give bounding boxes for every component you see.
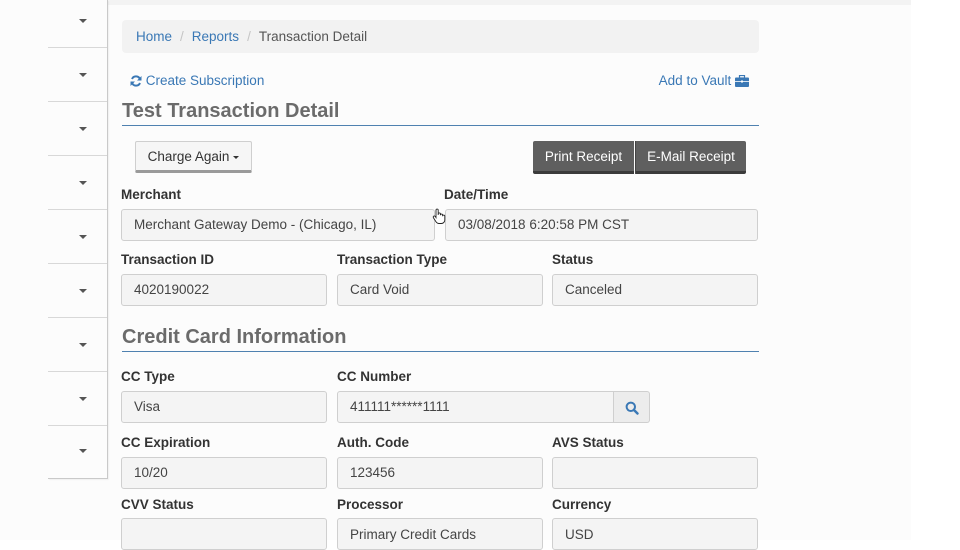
transaction-id-field[interactable]: 4020190022 <box>121 274 327 306</box>
sidebar-item[interactable] <box>48 318 107 372</box>
caret-down-icon <box>233 156 240 159</box>
auth-code-field[interactable]: 123456 <box>337 457 543 489</box>
add-to-vault-label: Add to Vault <box>658 73 732 88</box>
breadcrumb-reports[interactable]: Reports <box>192 29 239 44</box>
sidebar-item[interactable] <box>48 264 107 318</box>
breadcrumb-separator: / <box>247 29 251 44</box>
sidebar-item[interactable] <box>48 48 107 102</box>
sidebar-item[interactable] <box>48 210 107 264</box>
caret-down-icon <box>79 126 87 131</box>
caret-down-icon <box>79 342 87 347</box>
cc-lookup-button[interactable] <box>614 391 650 423</box>
add-to-vault-link[interactable]: Add to Vault <box>659 72 749 92</box>
sidebar-item[interactable] <box>48 372 107 426</box>
caret-down-icon <box>79 18 87 23</box>
breadcrumb: Home / Reports / Transaction Detail <box>122 20 759 53</box>
auth-code-label: Auth. Code <box>337 435 409 450</box>
breadcrumb-home[interactable]: Home <box>136 29 172 44</box>
cvv-status-field[interactable] <box>121 518 327 550</box>
cc-expiration-label: CC Expiration <box>121 435 211 450</box>
charge-again-label: Charge Again <box>147 149 230 164</box>
cc-number-label: CC Number <box>337 369 412 384</box>
caret-down-icon <box>79 234 87 239</box>
merchant-label: Merchant <box>121 187 182 202</box>
breadcrumb-separator: / <box>180 29 184 44</box>
processor-label: Processor <box>337 497 404 512</box>
transaction-id-label: Transaction ID <box>121 252 215 267</box>
sidebar-item[interactable] <box>48 424 107 477</box>
email-receipt-button[interactable]: E-Mail Receipt <box>635 141 746 174</box>
create-subscription-label: Create Subscription <box>145 73 265 88</box>
top-bar <box>48 0 911 5</box>
sidebar <box>48 0 108 479</box>
caret-down-icon <box>79 288 87 293</box>
cc-type-label: CC Type <box>121 369 175 384</box>
status-field[interactable]: Canceled <box>552 274 758 306</box>
credit-card-info-title: Credit Card Information <box>122 325 759 352</box>
avs-status-field[interactable] <box>552 457 758 489</box>
merchant-field[interactable]: Merchant Gateway Demo - (Chicago, IL) <box>121 209 435 241</box>
avs-status-label: AVS Status <box>552 435 624 450</box>
charge-again-dropdown[interactable]: Charge Again <box>135 141 252 173</box>
currency-label: Currency <box>552 497 612 512</box>
status-label: Status <box>552 252 594 267</box>
search-icon <box>625 401 639 415</box>
create-subscription-link[interactable]: Create Subscription <box>130 72 264 92</box>
refresh-icon <box>130 74 142 92</box>
briefcase-icon <box>735 74 749 92</box>
datetime-label: Date/Time <box>444 187 509 202</box>
transaction-type-label: Transaction Type <box>337 252 448 267</box>
print-receipt-button[interactable]: Print Receipt <box>533 141 634 174</box>
sidebar-item[interactable] <box>48 102 107 156</box>
caret-down-icon <box>79 396 87 401</box>
currency-field[interactable]: USD <box>552 518 758 550</box>
transaction-type-field[interactable]: Card Void <box>337 274 543 306</box>
breadcrumb-current: Transaction Detail <box>258 29 368 44</box>
processor-field[interactable]: Primary Credit Cards <box>337 518 543 550</box>
cvv-status-label: CVV Status <box>121 497 194 512</box>
cc-expiration-field[interactable]: 10/20 <box>121 457 327 489</box>
transaction-detail-title: Test Transaction Detail <box>122 99 759 126</box>
cc-type-field[interactable]: Visa <box>121 391 327 423</box>
sidebar-item[interactable] <box>48 0 107 48</box>
sidebar-item[interactable] <box>48 156 107 210</box>
caret-down-icon <box>79 180 87 185</box>
hand-cursor-icon <box>432 208 446 229</box>
cc-number-field[interactable]: 411111******1111 <box>337 391 614 423</box>
caret-down-icon <box>79 72 87 77</box>
caret-down-icon <box>79 448 87 453</box>
datetime-field[interactable]: 03/08/2018 6:20:58 PM CST <box>445 209 758 241</box>
